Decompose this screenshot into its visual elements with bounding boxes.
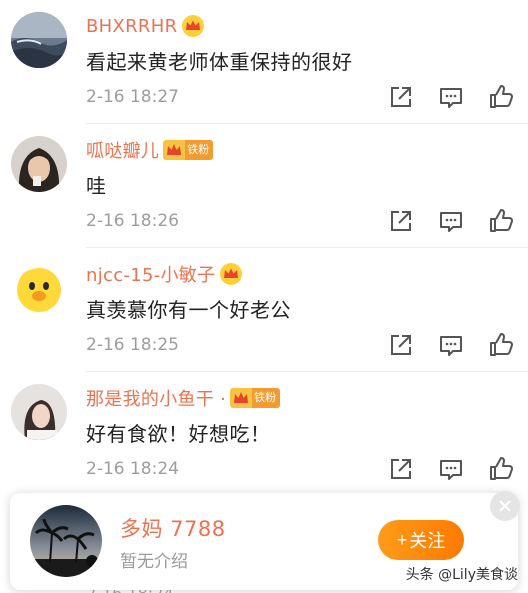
comment-text: 看起来黄老师体重保持的很好 bbox=[86, 50, 353, 74]
like-icon[interactable] bbox=[488, 456, 514, 482]
like-icon[interactable] bbox=[488, 332, 514, 358]
plus-icon: + bbox=[396, 529, 408, 550]
avatar[interactable] bbox=[11, 12, 67, 68]
close-button[interactable] bbox=[490, 491, 520, 521]
avatar[interactable] bbox=[11, 260, 67, 316]
reply-icon[interactable] bbox=[438, 208, 464, 234]
fan-badge-label: 铁粉 bbox=[185, 140, 214, 160]
username[interactable]: BHXRRHR bbox=[86, 16, 177, 37]
crown-icon bbox=[167, 144, 182, 155]
comment-item: njcc-15-小敏子 真羡慕你有一个好老公 2-16 18:25 bbox=[0, 248, 528, 372]
comment-text: 哇 bbox=[86, 174, 107, 198]
vip-crown-icon bbox=[220, 263, 243, 285]
fan-badge-label: 铁粉 bbox=[252, 388, 281, 408]
reply-icon[interactable] bbox=[438, 456, 464, 482]
fan-badge: 铁粉 bbox=[163, 140, 214, 160]
card-bio: 暂无介绍 bbox=[120, 552, 188, 572]
comment-item: 那是我的小鱼干 · 铁粉 好有食欲！好想吃！ 2-16 18:24 bbox=[0, 372, 528, 496]
vip-crown-icon bbox=[182, 15, 205, 37]
crown-icon bbox=[234, 392, 249, 403]
comment-text: 真羡慕你有一个好老公 bbox=[86, 298, 291, 322]
comment-time: 2-16 18:26 bbox=[86, 211, 179, 231]
avatar[interactable] bbox=[11, 136, 67, 192]
reply-icon[interactable] bbox=[438, 84, 464, 110]
reply-icon[interactable] bbox=[438, 332, 464, 358]
comment-item: 呱哒瓣儿 铁粉 哇 2-16 18:26 bbox=[0, 124, 528, 248]
share-icon[interactable] bbox=[388, 332, 414, 358]
close-icon bbox=[499, 500, 511, 512]
card-username[interactable]: 多妈 7788 bbox=[120, 513, 226, 543]
fan-badge: 铁粉 bbox=[230, 388, 281, 408]
comment-time: 2-16 18:25 bbox=[86, 335, 179, 355]
username[interactable]: 呱哒瓣儿 bbox=[86, 137, 159, 163]
card-avatar[interactable] bbox=[30, 505, 102, 577]
share-icon[interactable] bbox=[388, 208, 414, 234]
watermark: 头条 @Lily美食谈 bbox=[405, 567, 518, 583]
comment-text: 好有食欲！好想吃！ bbox=[86, 422, 271, 446]
username[interactable]: njcc-15-小敏子 bbox=[86, 261, 215, 287]
like-icon[interactable] bbox=[488, 208, 514, 234]
comment-item: BHXRRHR 看起来黄老师体重保持的很好 2-16 18:27 bbox=[0, 0, 528, 124]
comment-time: 2-16 18:24 bbox=[86, 459, 179, 479]
follow-button[interactable]: + 关注 bbox=[378, 520, 464, 560]
follow-label: 关注 bbox=[409, 531, 446, 551]
avatar[interactable] bbox=[11, 384, 67, 440]
like-icon[interactable] bbox=[488, 84, 514, 110]
share-icon[interactable] bbox=[388, 84, 414, 110]
share-icon[interactable] bbox=[388, 456, 414, 482]
username[interactable]: 那是我的小鱼干 · bbox=[86, 385, 226, 411]
comment-time: 2-16 18:27 bbox=[86, 87, 179, 107]
